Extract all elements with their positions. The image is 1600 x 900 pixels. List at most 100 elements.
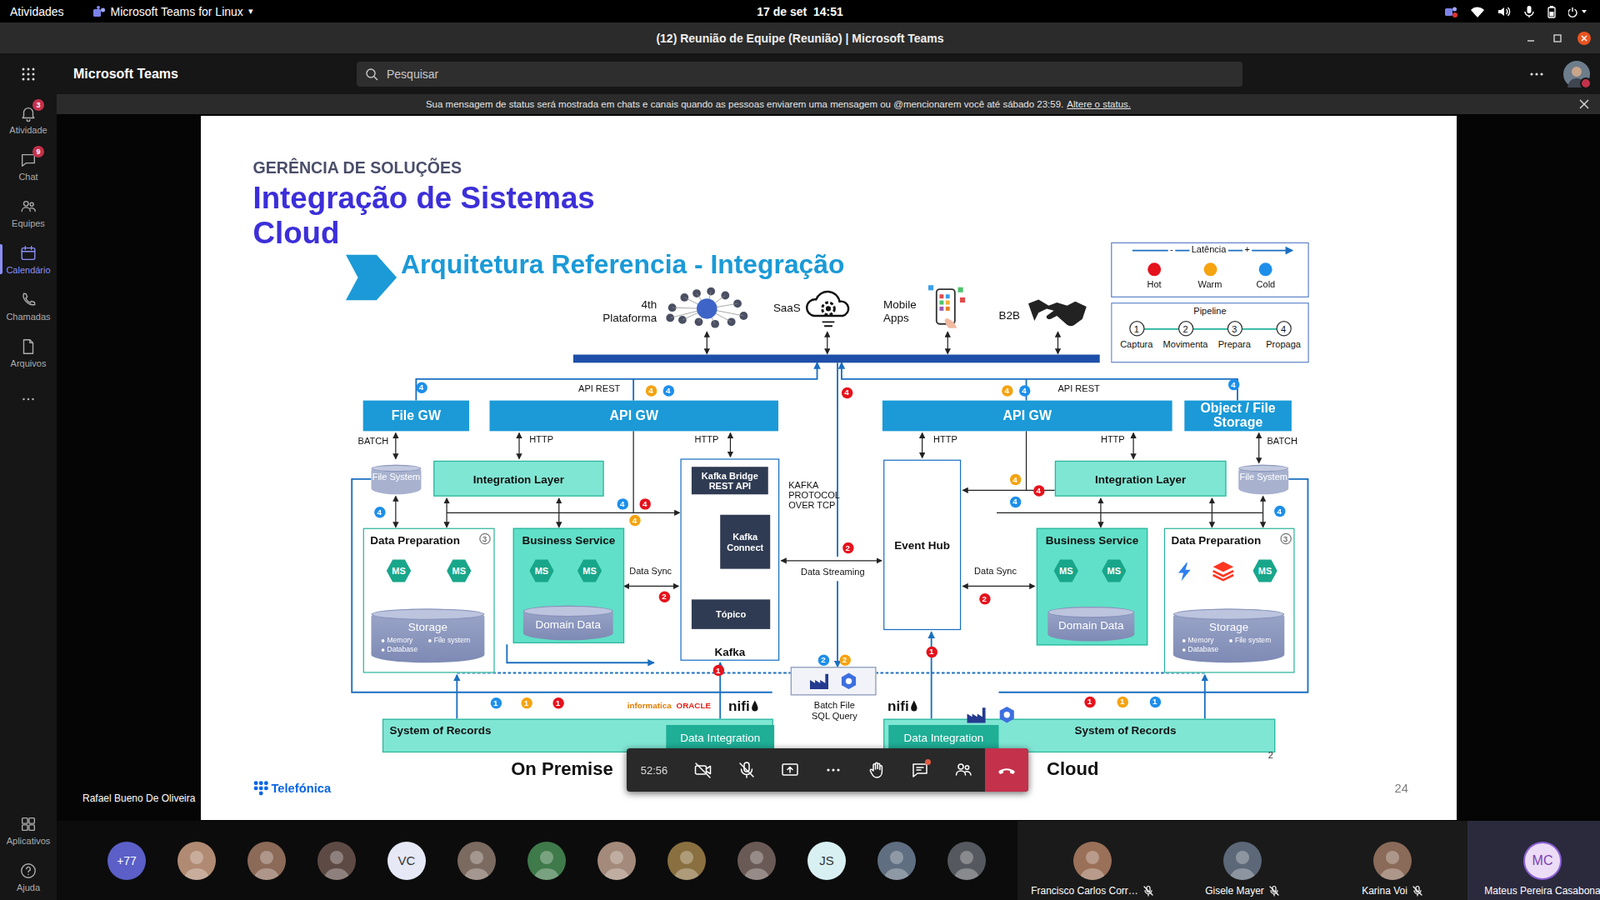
maximize-icon[interactable] [1550, 30, 1565, 46]
icon-shape [808, 671, 829, 690]
participant-avatar[interactable] [597, 841, 636, 880]
banner-close-button[interactable] [1578, 98, 1590, 112]
more-participants-button[interactable]: +77 [107, 841, 146, 880]
participant-tile[interactable]: Gisele Mayer [1167, 820, 1318, 900]
node-label: Data Integration [680, 730, 760, 743]
icon-shape [945, 305, 950, 310]
app-menu[interactable]: Microsoft Teams for Linux▾ [92, 5, 254, 19]
activities-button[interactable]: Atividades [10, 5, 65, 19]
hang-up-icon [996, 760, 1017, 780]
rail-item[interactable]: Chamadas [0, 282, 57, 330]
app-launcher[interactable] [0, 66, 57, 82]
badge-number: 4 [1032, 484, 1044, 495]
icon-shape [24, 339, 34, 354]
close-window-icon[interactable] [1576, 30, 1592, 46]
person-photo-icon [947, 841, 986, 880]
participants-button[interactable] [941, 748, 985, 792]
raise-hand-button[interactable] [855, 748, 899, 792]
badge-number: 3 [478, 532, 490, 544]
participant-avatar[interactable] [247, 841, 286, 880]
participant-avatar[interactable]: VC [387, 841, 426, 880]
icon-shape [445, 498, 447, 527]
participant-name-row: Francisco Carlos Corr… [1030, 885, 1155, 897]
icon-shape [533, 868, 560, 880]
participant-avatar[interactable] [877, 841, 916, 880]
icon-shape [1578, 98, 1590, 110]
participant-avatar[interactable] [737, 841, 776, 880]
badge-number: 2 [658, 590, 670, 601]
minimize-icon[interactable] [1523, 30, 1539, 46]
microphone-icon[interactable] [1523, 5, 1535, 19]
participant-tile[interactable]: Francisco Carlos Corr… [1017, 820, 1168, 900]
change-status-link[interactable]: Altere o status. [1066, 99, 1131, 110]
participant-avatar[interactable]: MC [1523, 841, 1562, 880]
rail-item[interactable]: Ajuda [0, 853, 57, 900]
volume-icon[interactable] [1496, 5, 1512, 19]
battery-icon[interactable] [1546, 5, 1557, 19]
participant-avatar[interactable] [947, 841, 986, 880]
banner-text: Sua mensagem de status será mostrada em … [425, 99, 1064, 110]
status-banner: Sua mensagem de status será mostrada em … [56, 94, 1600, 115]
clock[interactable]: 17 de set 14:51 [756, 5, 844, 19]
rail-item[interactable]: 3Atividade [0, 95, 57, 143]
icon-shape [1530, 72, 1533, 75]
participant-tile[interactable]: MCMateus Pereira Casabona [1467, 820, 1600, 900]
camera-button[interactable] [681, 748, 725, 792]
node-label: Kafka Connect [720, 530, 770, 551]
participant-avatar[interactable] [177, 841, 216, 880]
badge-number: 1 [925, 645, 936, 657]
node-label: Business Service [521, 534, 615, 547]
latency-badge: 1 [1115, 695, 1127, 707]
more-apps-button[interactable] [0, 375, 57, 423]
icon-shape [945, 300, 950, 305]
participant-avatar[interactable] [457, 841, 496, 880]
more-options-icon[interactable] [1528, 65, 1545, 83]
bullet-item: File system [1228, 635, 1275, 645]
search-box[interactable] [356, 61, 1243, 87]
icon-shape [263, 780, 268, 785]
badge-number: 1 [1083, 695, 1095, 707]
presence-indicator [1580, 77, 1592, 90]
icon-shape [366, 69, 375, 78]
profile-avatar[interactable] [1563, 60, 1590, 88]
share-button[interactable] [768, 748, 812, 792]
teams-tray-icon[interactable] [1443, 5, 1459, 19]
icon-shape [1548, 7, 1555, 18]
mic-button[interactable] [725, 748, 769, 792]
icon-shape [1270, 886, 1279, 896]
more-actions-button[interactable] [811, 748, 855, 792]
search-icon [365, 67, 379, 81]
rail-item[interactable]: Calendário [0, 235, 57, 283]
chat-button[interactable] [898, 748, 942, 792]
participant-avatar[interactable] [527, 841, 566, 880]
storage-cylinder: StorageMemoryFile systemDatabase [370, 608, 485, 663]
icon-shape [21, 247, 35, 260]
participant-tile[interactable]: Karina Voi [1317, 820, 1468, 900]
rail-item[interactable]: Equipes [0, 189, 57, 236]
slide-title: Integração de SistemasCloud [252, 180, 595, 250]
person-photo-icon [527, 841, 566, 880]
participant-avatar[interactable] [667, 841, 706, 880]
participant-avatar[interactable] [1223, 841, 1262, 880]
power-menu-icon[interactable] [1568, 5, 1589, 19]
icon-shape [1235, 850, 1250, 865]
latency-badge: 1 [520, 696, 531, 708]
rail-item[interactable]: Arquivos [0, 329, 57, 376]
avatar-initials: VC [398, 853, 416, 868]
leave-call-button[interactable] [985, 748, 1029, 792]
participant-avatar[interactable] [317, 841, 356, 880]
search-input[interactable] [385, 66, 1235, 82]
wifi-icon[interactable] [1470, 5, 1485, 19]
icon-shape [958, 764, 964, 770]
integration-layer-box: Integration Layer [1054, 460, 1226, 496]
icon-shape [446, 511, 680, 513]
participant-avatar[interactable]: JS [807, 841, 846, 880]
participant-avatar[interactable] [1073, 841, 1112, 880]
bullet-list: MemoryFile systemDatabase [380, 635, 475, 654]
latency-level-label: Warm [1197, 278, 1222, 289]
rail-item[interactable]: Aplicativos [0, 806, 57, 854]
node-label: Domain Data [1057, 618, 1124, 631]
icon-shape [803, 285, 853, 332]
rail-item[interactable]: 9Chat [0, 142, 57, 190]
participant-avatar[interactable] [1373, 841, 1412, 880]
